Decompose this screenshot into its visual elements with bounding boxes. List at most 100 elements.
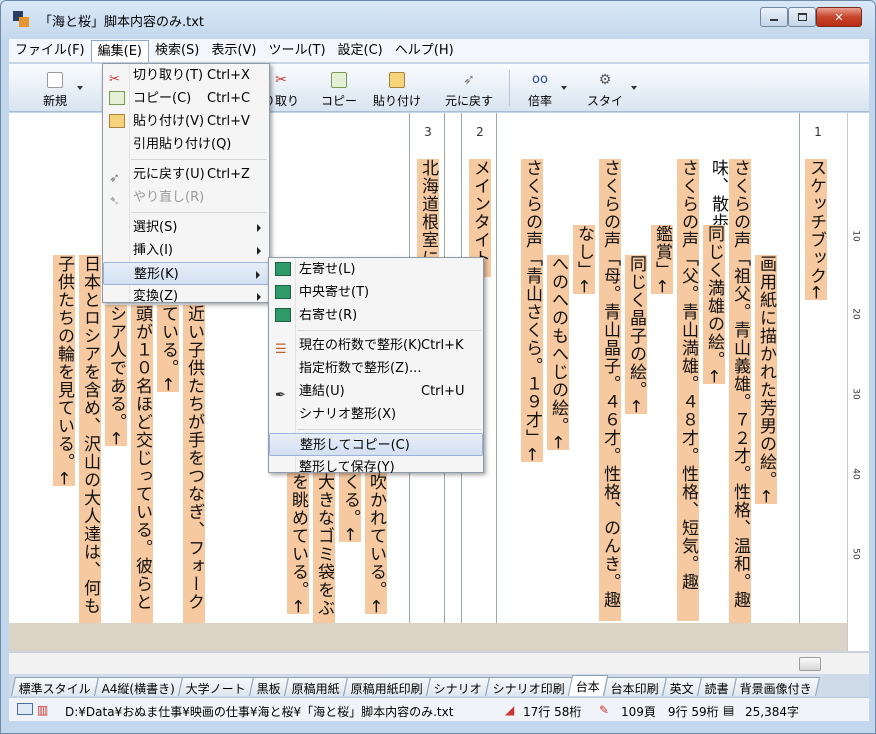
menu-item-quote-paste[interactable]: 引用貼り付け(Q) [103,133,269,156]
text-column: 子供たちの輪を見ている。← [53,255,75,487]
vertical-ruler: 10 20 30 40 50 [847,113,869,651]
undo-button[interactable]: ➶ 元に戻す [441,68,497,110]
new-dropdown-caret[interactable] [77,86,83,90]
gear-icon: ⚙ [598,72,612,88]
menu-item-join[interactable]: ✒ 連結(U) Ctrl+U [269,380,483,403]
text-column: 近い子供たちが手をつなぎ、フォークダンス [183,305,205,623]
text-column: 大きなゴミ袋をぶら [313,473,335,623]
app-icon [13,11,29,27]
scene-number: 3 [424,125,432,139]
text-column: シア人である。← [105,305,127,447]
encoding-icon: ▥ [37,703,49,717]
tab-script-print[interactable]: 台本印刷 [603,677,668,696]
align-center-icon [275,285,291,299]
edit-menu: ✂ 切り取り(T) Ctrl+X コピー(C) Ctrl+C 貼り付け(V) Ctrl… [102,63,270,304]
menu-view[interactable]: 表示(V) [205,40,262,62]
tab-notebook[interactable]: 大学ノート [178,677,255,696]
menu-search[interactable]: 検索(S) [149,40,205,62]
tab-background-image[interactable]: 背景画像付き [732,677,821,696]
redo-feather-icon: ➷ [109,194,120,209]
menu-help[interactable]: ヘルプ(H) [389,40,460,62]
menu-item-align-left[interactable]: 左寄せ(L) [269,258,483,281]
scissors-icon: ✂ [275,72,287,88]
status-bar: ▥ D:¥Data¥おぬま仕事¥映画の仕事¥海と桜¥「海と桜」脚本内容のみ.tx… [9,697,869,721]
menu-item-paste[interactable]: 貼り付け(V) Ctrl+V [103,110,269,133]
tab-manuscript[interactable]: 原稿用紙 [284,677,349,696]
ruler-mark: 20 [850,308,861,320]
style-button[interactable]: ⚙ スタイル [585,68,625,125]
menu-file[interactable]: ファイル(F) [9,40,91,62]
document-status-icon [17,703,33,715]
copy-button[interactable]: コピー [319,68,359,110]
title-bar: 「海と桜」脚本内容のみ.txt ✕ [1,1,875,37]
char-count-icon: ▤ [723,703,735,717]
zoom-label: 倍率 [527,94,552,108]
menu-item-format-and-copy[interactable]: 整形してコピー(C) [269,433,483,456]
menu-item-cut[interactable]: ✂ 切り取り(T) Ctrl+X [103,64,269,87]
undo-feather-icon: ➶ [463,72,475,88]
menu-item-redo[interactable]: ➷ やり直し(R) [103,186,269,209]
text-column: 吹かれている。← [365,473,387,615]
text-column: 同じく晶子の絵。← [625,255,647,415]
menu-item-scenario-format[interactable]: シナリオ整形(X) [269,403,483,426]
style-dropdown-caret[interactable] [631,86,637,90]
submenu-arrow-icon [257,293,261,301]
tab-a4[interactable]: A4縦(横書き) [93,677,184,696]
zoom-dropdown-caret[interactable] [561,86,567,90]
text-column: さくらの声「祖父。青山義雄。７２才。性格、温和。趣味、散歩」← [708,159,751,623]
maximize-icon [797,13,807,21]
paste-icon [389,72,405,88]
tab-standard[interactable]: 標準スタイル [10,677,100,696]
copy-icon [109,91,125,105]
menu-item-format-and-save[interactable]: 整形して保存(Y) [269,456,483,479]
maximize-button[interactable] [788,7,816,27]
list-format-icon: ☰ [275,342,287,357]
ruler-mark: 40 [850,468,861,480]
ruler-mark: 50 [850,548,861,560]
char-count: 25,384字 [745,705,799,719]
new-label: 新規 [42,94,67,108]
menu-edit[interactable]: 編集(E) [90,39,149,62]
menu-item-align-center[interactable]: 中央寄せ(T) [269,281,483,304]
horizontal-scroll-thumb[interactable] [799,657,821,671]
new-button[interactable]: 新規 [37,68,73,110]
undo-feather-icon: ➶ [109,171,120,186]
file-path: D:¥Data¥おぬま仕事¥映画の仕事¥海と桜¥「海と桜」脚本内容のみ.txt [65,705,454,719]
submenu-arrow-icon [257,224,261,232]
menu-item-format-current-width[interactable]: ☰ 現在の桁数で整形(K) Ctrl+K [269,334,483,357]
text-column: を眺めている。← [287,473,309,615]
page-position: 109頁 9行 59桁 [621,705,719,719]
ruler-mark: 10 [850,230,861,242]
text-column: ている。← [157,305,179,393]
minimize-icon [770,19,778,21]
paste-button[interactable]: 貼り付け [373,68,421,110]
menu-item-select[interactable]: 選択(S) [103,216,269,239]
format-submenu: 左寄せ(L) 中央寄せ(T) 右寄せ(R) ☰ 現在の桁数で整形(K) Ctrl+… [268,257,484,475]
tab-english[interactable]: 英文 [662,677,703,696]
cursor-icon: ◢ [505,703,515,717]
scene-number: 1 [814,125,822,139]
menu-item-copy[interactable]: コピー(C) Ctrl+C [103,87,269,110]
menu-item-align-right[interactable]: 右寄せ(R) [269,304,483,327]
toolbar-separator [509,70,510,106]
menu-item-format-specified-width[interactable]: 指定桁数で整形(Z)... [269,357,483,380]
tab-scenario-print[interactable]: シナリオ印刷 [485,677,574,696]
tab-manuscript-print[interactable]: 原稿用紙印刷 [343,677,432,696]
menu-settings[interactable]: 設定(C) [332,40,389,62]
tab-scenario[interactable]: シナリオ [426,677,491,696]
submenu-arrow-icon [256,271,260,279]
menu-item-insert[interactable]: 挿入(I) [103,239,269,262]
align-right-icon [275,308,291,322]
new-document-icon [47,72,63,88]
tab-blackboard[interactable]: 黒板 [249,677,290,696]
menu-item-convert[interactable]: 変換(Z) [103,285,269,308]
close-button[interactable]: ✕ [816,7,862,27]
minimize-button[interactable] [760,7,788,27]
menu-item-format[interactable]: 整形(K) [103,262,269,285]
menu-item-undo[interactable]: ➶ 元に戻す(U) Ctrl+Z [103,163,269,186]
menu-tools[interactable]: ツール(T) [262,40,331,62]
pen-icon: ✎ [599,703,610,717]
horizontal-scrollbar[interactable] [9,652,869,674]
zoom-button[interactable]: oo 倍率 [525,68,555,110]
paste-label: 貼り付け [373,94,422,108]
